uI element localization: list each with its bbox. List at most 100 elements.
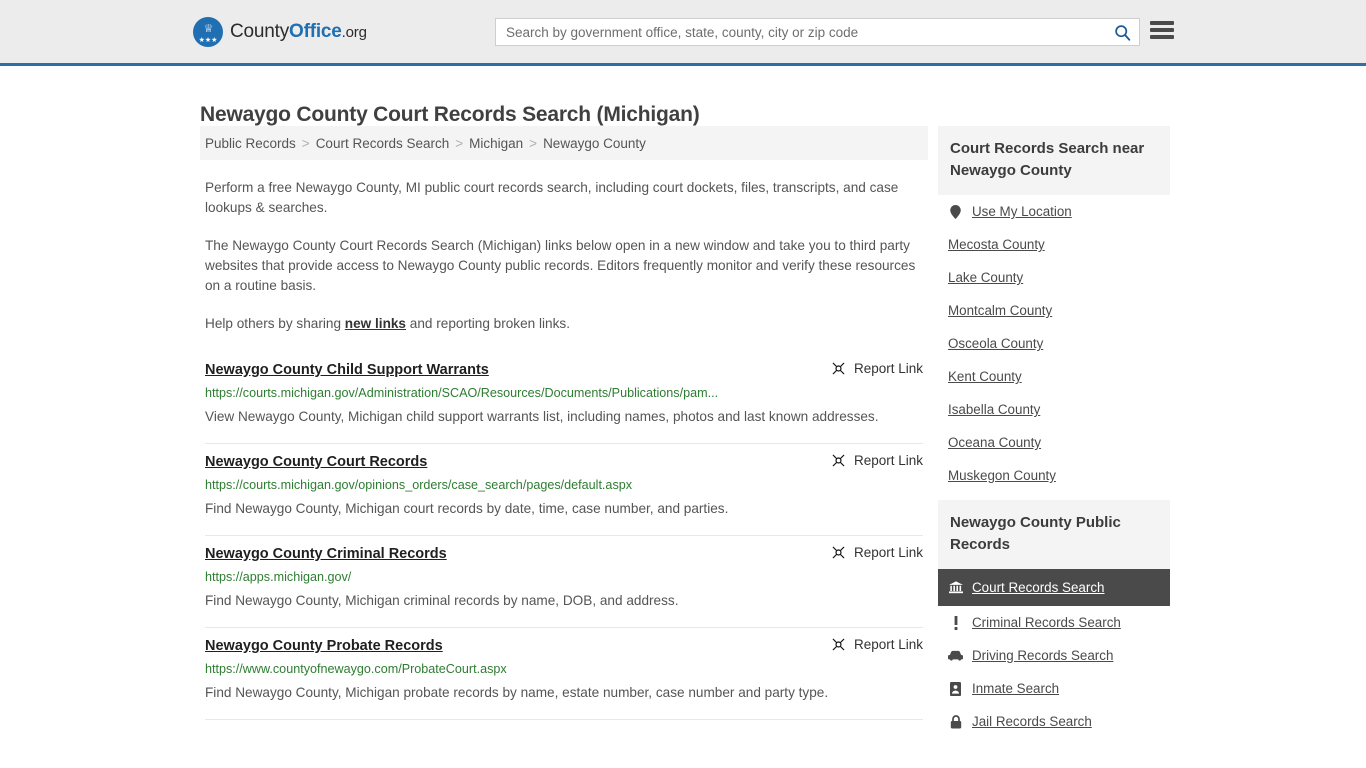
result-title-link[interactable]: Newaygo County Court Records <box>205 452 427 472</box>
new-links-link[interactable]: new links <box>345 316 406 331</box>
exclamation-icon <box>948 615 963 630</box>
breadcrumb-separator: > <box>529 135 538 151</box>
logo-text-part2: Office <box>289 21 342 42</box>
sidebar-link-oceana-county[interactable]: Oceana County <box>948 435 1041 450</box>
sidebar-link-court-records-search[interactable]: Court Records Search <box>972 580 1104 595</box>
report-link-button[interactable]: Report Link <box>831 636 923 652</box>
sidebar-item-use-my-location[interactable]: Use My Location <box>938 195 1170 228</box>
public-records-card: Newaygo County Public Records Court Reco… <box>938 500 1170 738</box>
sidebar-item-jail-records-search[interactable]: Jail Records Search <box>938 705 1170 738</box>
sidebar-link-mecosta-county[interactable]: Mecosta County <box>948 237 1045 252</box>
search-button[interactable] <box>1105 19 1139 45</box>
site-header: ♕ ★★★ CountyOffice.org <box>0 0 1366 66</box>
eagle-glyph: ♕ <box>203 23 214 35</box>
result-item: Newaygo County Court Records Report Link… <box>205 444 923 536</box>
hamburger-bar <box>1150 35 1174 39</box>
report-link-button[interactable]: Report Link <box>831 360 923 376</box>
breadcrumb-item-michigan[interactable]: Michigan <box>469 136 523 151</box>
broken-link-icon <box>832 454 845 467</box>
sidebar-item-montcalm-county[interactable]: Montcalm County <box>938 294 1170 327</box>
hamburger-bar <box>1150 28 1174 32</box>
id-card-icon <box>948 681 963 696</box>
result-description: View Newaygo County, Michigan child supp… <box>205 409 879 424</box>
intro-p3-before: Help others by sharing <box>205 316 345 331</box>
county-office-emblem-icon: ♕ ★★★ <box>193 17 223 47</box>
sidebar-item-inmate-search[interactable]: Inmate Search <box>938 672 1170 705</box>
stars-glyph: ★★★ <box>198 37 218 44</box>
report-link-button[interactable]: Report Link <box>831 544 923 560</box>
sidebar-link-osceola-county[interactable]: Osceola County <box>948 336 1043 351</box>
site-logo[interactable]: ♕ ★★★ CountyOffice.org <box>193 17 367 47</box>
report-link-button[interactable]: Report Link <box>831 452 923 468</box>
sidebar-item-criminal-records-search[interactable]: Criminal Records Search <box>938 606 1170 639</box>
result-header: Newaygo County Child Support Warrants Re… <box>205 360 923 380</box>
intro-paragraph-3: Help others by sharing new links and rep… <box>205 314 923 334</box>
intro-paragraph-1: Perform a free Newaygo County, MI public… <box>205 180 899 215</box>
breadcrumb-item-public-records[interactable]: Public Records <box>205 136 296 151</box>
search-input[interactable] <box>496 19 1105 45</box>
lock-icon <box>948 714 963 729</box>
map-pin-icon <box>948 204 963 219</box>
breadcrumb-item-court-records-search[interactable]: Court Records Search <box>316 136 450 151</box>
report-link-label: Report Link <box>853 453 923 468</box>
sidebar-link-kent-county[interactable]: Kent County <box>948 369 1022 384</box>
logo-text: CountyOffice.org <box>230 21 367 43</box>
sidebar-link-isabella-county[interactable]: Isabella County <box>948 402 1040 417</box>
broken-link-icon <box>832 546 845 559</box>
sidebar-item-isabella-county[interactable]: Isabella County <box>938 393 1170 426</box>
sidebar-item-osceola-county[interactable]: Osceola County <box>938 327 1170 360</box>
hamburger-menu-icon[interactable] <box>1150 21 1174 39</box>
result-title-link[interactable]: Newaygo County Probate Records <box>205 636 443 656</box>
breadcrumb-separator: > <box>301 135 310 151</box>
public-records-list: Court Records Search Criminal Records Se… <box>938 569 1170 738</box>
hamburger-bar <box>1150 21 1174 25</box>
result-url: https://courts.michigan.gov/opinions_ord… <box>205 478 633 492</box>
sidebar-link-inmate-search[interactable]: Inmate Search <box>972 681 1059 696</box>
result-header: Newaygo County Probate Records Report Li… <box>205 636 923 656</box>
report-link-label: Report Link <box>853 637 923 652</box>
sidebar-item-driving-records-search[interactable]: Driving Records Search <box>938 639 1170 672</box>
sidebar-link-muskegon-county[interactable]: Muskegon County <box>948 468 1056 483</box>
results-list: Newaygo County Child Support Warrants Re… <box>200 356 928 720</box>
logo-text-part3: .org <box>341 24 367 41</box>
broken-link-icon <box>832 362 845 375</box>
sidebar-item-oceana-county[interactable]: Oceana County <box>938 426 1170 459</box>
sidebar-item-muskegon-county[interactable]: Muskegon County <box>938 459 1170 492</box>
result-item: Newaygo County Probate Records Report Li… <box>205 628 923 720</box>
breadcrumb: Public Records > Court Records Search > … <box>200 126 928 160</box>
result-header: Newaygo County Court Records Report Link <box>205 452 923 472</box>
sidebar-link-lake-county[interactable]: Lake County <box>948 270 1023 285</box>
result-description: Find Newaygo County, Michigan criminal r… <box>205 593 679 608</box>
courthouse-icon <box>948 581 963 594</box>
nearby-counties-header: Court Records Search near Newaygo County <box>938 126 1170 195</box>
main-content: Public Records > Court Records Search > … <box>200 126 928 720</box>
sidebar-item-lake-county[interactable]: Lake County <box>938 261 1170 294</box>
search-icon <box>1114 24 1130 41</box>
nearby-counties-list: Use My Location Mecosta County Lake Coun… <box>938 195 1170 492</box>
sidebar: Court Records Search near Newaygo County… <box>938 126 1170 746</box>
report-link-label: Report Link <box>853 545 923 560</box>
public-records-header: Newaygo County Public Records <box>938 500 1170 569</box>
logo-text-part1: County <box>230 21 290 42</box>
sidebar-link-jail-records-search[interactable]: Jail Records Search <box>972 714 1092 729</box>
result-description: Find Newaygo County, Michigan probate re… <box>205 685 829 700</box>
result-title-link[interactable]: Newaygo County Child Support Warrants <box>205 360 489 380</box>
page-title: Newaygo County Court Records Search (Mic… <box>200 103 700 127</box>
sidebar-item-court-records-search[interactable]: Court Records Search <box>938 569 1170 606</box>
intro-text: Perform a free Newaygo County, MI public… <box>200 178 928 334</box>
breadcrumb-separator: > <box>455 135 464 151</box>
breadcrumb-item-newaygo-county: Newaygo County <box>543 135 646 151</box>
result-item: Newaygo County Child Support Warrants Re… <box>205 356 923 444</box>
result-url: https://apps.michigan.gov/ <box>205 570 352 584</box>
result-header: Newaygo County Criminal Records Report L… <box>205 544 923 564</box>
sidebar-link-montcalm-county[interactable]: Montcalm County <box>948 303 1052 318</box>
sidebar-link-driving-records-search[interactable]: Driving Records Search <box>972 648 1113 663</box>
sidebar-item-kent-county[interactable]: Kent County <box>938 360 1170 393</box>
sidebar-link-criminal-records-search[interactable]: Criminal Records Search <box>972 615 1121 630</box>
result-title-link[interactable]: Newaygo County Criminal Records <box>205 544 447 564</box>
intro-paragraph-2: The Newaygo County Court Records Search … <box>205 238 916 293</box>
report-link-label: Report Link <box>853 361 923 376</box>
search-box[interactable] <box>495 18 1140 46</box>
sidebar-link-use-my-location[interactable]: Use My Location <box>972 204 1072 219</box>
sidebar-item-mecosta-county[interactable]: Mecosta County <box>938 228 1170 261</box>
